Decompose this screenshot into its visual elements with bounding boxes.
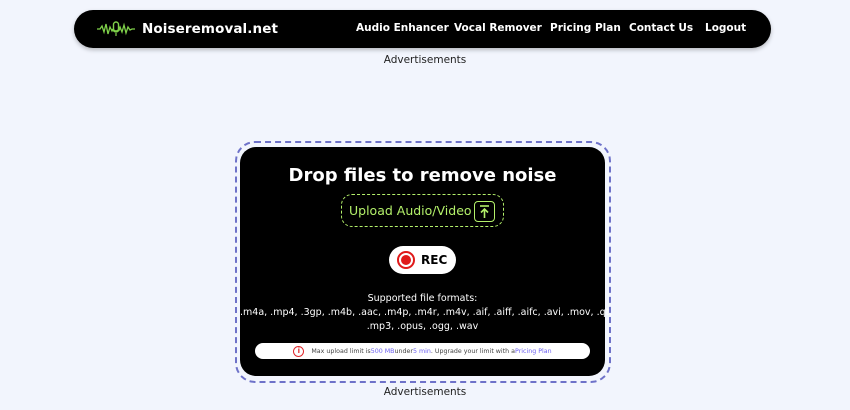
record-label: REC bbox=[421, 253, 448, 267]
page: Noiseremoval.net Audio Enhancer Vocal Re… bbox=[0, 0, 850, 410]
nav-contact-us[interactable]: Contact Us bbox=[629, 22, 693, 34]
ad-label-bottom: Advertisements bbox=[383, 386, 467, 398]
nav-audio-enhancer[interactable]: Audio Enhancer bbox=[356, 22, 449, 34]
upload-limit-notice: i Max upload limit is 500 MB under 5 min… bbox=[255, 343, 590, 359]
navbar: Noiseremoval.net Audio Enhancer Vocal Re… bbox=[74, 10, 771, 48]
formats-line-1: .m4a, .mp4, .3gp, .m4b, .aac, .m4p, .m4r… bbox=[240, 307, 613, 318]
record-dot-icon bbox=[397, 251, 415, 269]
limit-suffix: . Upgrade your limit with a bbox=[430, 347, 516, 355]
upload-arrow-icon bbox=[474, 201, 495, 222]
nav-pricing-plan[interactable]: Pricing Plan bbox=[550, 22, 621, 34]
limit-size: 500 MB bbox=[370, 347, 395, 355]
info-icon: i bbox=[293, 345, 305, 357]
record-button[interactable]: REC bbox=[389, 246, 456, 274]
nav-vocal-remover[interactable]: Vocal Remover bbox=[454, 22, 542, 34]
drop-title: Drop files to remove noise bbox=[288, 165, 557, 186]
pricing-plan-link[interactable]: Pricing Plan bbox=[515, 348, 552, 355]
nav-links: Audio Enhancer Vocal Remover Pricing Pla… bbox=[74, 10, 771, 48]
upload-button-label: Upload Audio/Video bbox=[349, 203, 472, 218]
upload-audio-video-button[interactable]: Upload Audio/Video bbox=[341, 194, 504, 227]
formats-line-2: .mp3, .opus, .ogg, .wav bbox=[366, 321, 479, 332]
limit-prefix: Max upload limit is bbox=[311, 347, 371, 355]
limit-duration: 5 min bbox=[412, 347, 431, 355]
nav-logout[interactable]: Logout bbox=[705, 22, 746, 34]
limit-middle: under bbox=[394, 347, 413, 355]
ad-label-top: Advertisements bbox=[383, 54, 467, 66]
upload-card: Drop files to remove noise Upload Audio/… bbox=[240, 147, 613, 376]
formats-title: Supported file formats: bbox=[367, 293, 478, 304]
